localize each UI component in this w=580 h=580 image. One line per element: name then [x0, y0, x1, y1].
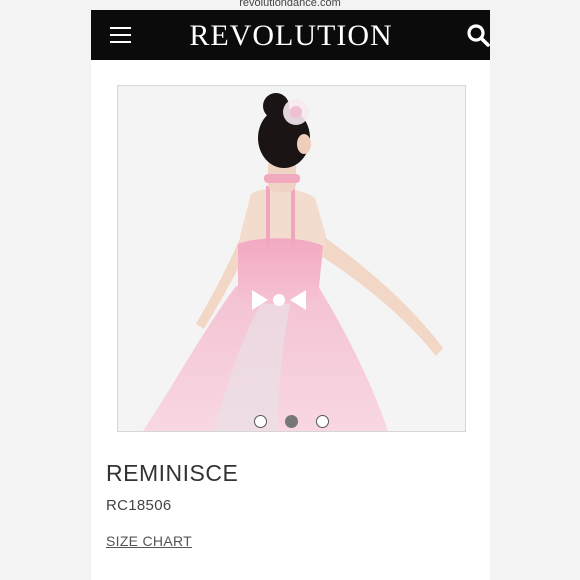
brand-logo[interactable]: REVOLUTION	[151, 19, 431, 53]
browser-url[interactable]: revolutiondance.com	[0, 0, 580, 10]
site-header: REVOLUTION	[91, 10, 490, 60]
product-image-gallery[interactable]	[117, 85, 466, 432]
search-icon[interactable]	[466, 23, 490, 47]
hamburger-menu-icon[interactable]	[110, 27, 131, 44]
size-chart-link[interactable]: SIZE CHART	[106, 533, 192, 549]
product-title: REMINISCE	[106, 460, 239, 486]
gallery-dot-1[interactable]	[254, 415, 267, 428]
gallery-dot-3[interactable]	[316, 415, 329, 428]
product-photo	[118, 86, 465, 431]
gallery-dot-2[interactable]	[285, 415, 298, 428]
gallery-pagination	[118, 415, 465, 431]
product-sku: RC18506	[106, 497, 172, 514]
mobile-page: REVOLUTION REMINISCE RC18506 SIZE CHART	[91, 10, 490, 580]
